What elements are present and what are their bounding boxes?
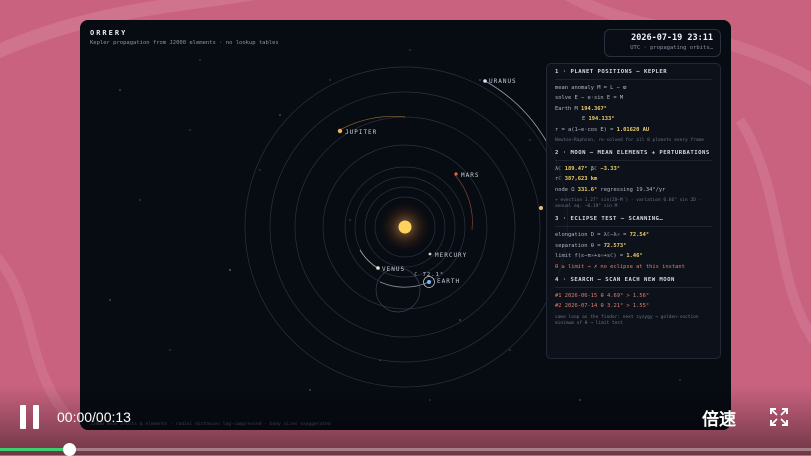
venus-label: VENUS [382, 266, 405, 273]
r-line: r = a(1−e·cos E) = 1.01620 AU [555, 126, 650, 133]
mars-dot [454, 172, 458, 176]
search-row: #2 2026-07-14 θ 3.21° > 1.55° [555, 303, 650, 310]
earth-label: EARTH [437, 278, 460, 285]
jupiter-dot [337, 128, 343, 134]
mars-label: MARS [461, 172, 479, 179]
earth-dot [427, 280, 431, 284]
eclipse-verdict: θ ≥ limit → ✗ no eclipse at this instant [555, 263, 685, 270]
e-line: E 194.133° [582, 116, 615, 123]
app-title: ORRERY [90, 29, 128, 37]
venus-dot [376, 266, 380, 270]
sun-icon [398, 220, 412, 234]
clock-box: 2026-07-19 23:11 UTC · propagating orbit… [604, 29, 721, 57]
saturn-dot [539, 206, 543, 210]
progress-fill [0, 448, 69, 451]
info-panel: 1 · PLANET POSITIONS — KEPLER mean anoma… [546, 63, 721, 359]
app-subtitle: Kepler propagation from J2000 elements ·… [90, 40, 279, 46]
fullscreen-icon[interactable] [769, 407, 789, 427]
clock-time: 2026-07-19 23:11 [631, 33, 713, 43]
playback-speed-button[interactable]: 倍速 [702, 405, 736, 430]
section-2-heading: 2 · MOON — MEAN ELEMENTS + PERTURBATIONS [555, 150, 710, 157]
limit-line: limit f(ε−π☉+s☉+s☾) = 1.46° [555, 253, 643, 260]
mean-anomaly-line: mean anomaly M = L − ϖ [555, 84, 627, 91]
video-frame: URANUS JUPITER MARS MERCURY VENUS EARTH … [80, 20, 731, 430]
earth-m-line: Earth M 194.367° [555, 105, 607, 112]
separation-line: separation θ = 72.573° [555, 242, 627, 249]
earth-trail [379, 281, 430, 288]
moon-r-line: r☾ 387,623 km [555, 176, 598, 183]
moon-angle-label: ☾ 72.1° [414, 272, 444, 278]
mercury-label: MERCURY [435, 252, 467, 259]
section-4-note: same loop as the finder: next syzygy → g… [555, 314, 699, 326]
moon-lambda-line: λ☾ 189.47° β☾ −3.33° [555, 166, 620, 173]
search-row: #1 2026-06-15 θ 4.69° > 1.56° [555, 293, 650, 299]
section-2-note: + evection 1.27° sin(2D−M′) · variation … [555, 198, 702, 210]
mercury-dot [428, 252, 432, 256]
uranus-dot [483, 79, 487, 83]
uranus-label: URANUS [489, 78, 517, 85]
timecode: 00:00/00:13 [57, 409, 131, 425]
section-1-note: Newton–Raphson, re-solved for all 8 plan… [555, 138, 705, 144]
moon-node-line: node Ω 331.6° regressing 19.34°/yr [555, 186, 666, 193]
section-4-heading: 4 · SEARCH — SCAN EACH NEW MOON [555, 277, 675, 284]
section-1-heading: 1 · PLANET POSITIONS — KEPLER [555, 69, 668, 75]
section-3-heading: 3 · ECLIPSE TEST — SCANNING… [555, 216, 664, 223]
solve-line: solve E − e·sin E = M [555, 95, 624, 102]
venus-trail [359, 249, 379, 269]
jupiter-label: JUPITER [345, 129, 377, 136]
clock-status: UTC · propagating orbits… [630, 45, 713, 51]
elongation-line: elongation D = λ☾−λ☉ = 72.54° [555, 232, 650, 239]
progress-bar[interactable] [0, 443, 811, 456]
mars-trail [454, 174, 473, 231]
pause-icon[interactable] [20, 405, 40, 429]
progress-handle[interactable] [62, 443, 76, 456]
